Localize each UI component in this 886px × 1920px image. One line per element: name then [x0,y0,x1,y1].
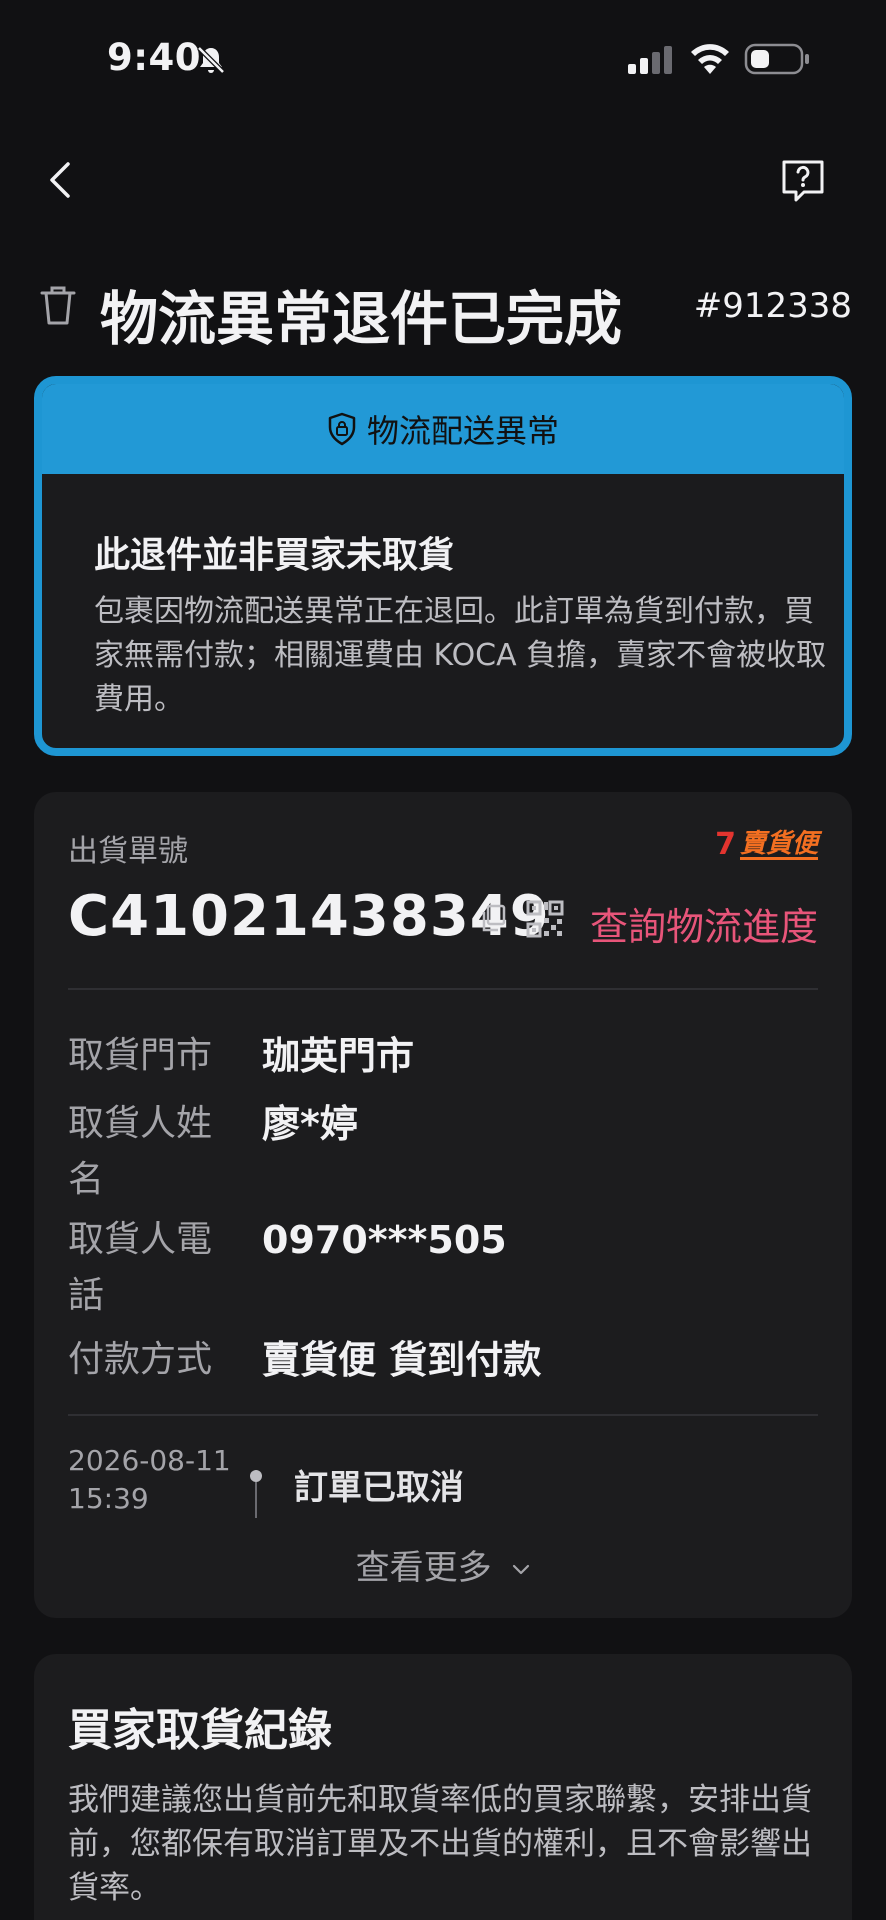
qr-code-icon[interactable] [526,900,564,938]
status-time: 9:40 [107,36,202,79]
timeline-status: 訂單已取消 [294,1468,464,1508]
info-key: 付款方式 [68,1339,213,1380]
alert-body: 包裹因物流配送異常正在退回。此訂單為貨到付款，買家無需付款；相關運費由 KOCA… [94,594,827,717]
chevron-down-icon [513,1564,530,1574]
alert-banner-label: 物流配送異常 [366,412,559,450]
info-value: 0970***505 [262,1218,507,1262]
see-more-button[interactable]: 查看更多 [34,1540,852,1589]
info-key: 取貨門市 [68,1035,213,1076]
back-button[interactable] [38,152,82,208]
order-number: #912338 [693,286,852,326]
info-row-payment-method: 付款方式 賣貨便 貨到付款 [68,1332,818,1388]
buyer-pickup-record-card: 買家取貨紀錄 我們建議您出貨前先和取貨率低的買家聯繫，安排出貨前，您都保有取消訂… [34,1654,852,1920]
info-row-pickup-store: 取貨門市 珈英門市 [68,1028,818,1084]
record-body: 我們建議您出貨前先和取貨率低的買家聯繫，安排出貨前，您都保有取消訂單及不出貨的權… [68,1782,812,1906]
signal-icon [628,46,672,74]
timeline-line [255,1482,257,1518]
alert-banner: 物流配送異常 [42,384,844,474]
timeline-timestamp: 2026-08-11 15:39 [68,1442,231,1518]
see-more-label: 查看更多 [355,1548,492,1588]
info-key: 取貨人電話 [68,1219,213,1316]
shipment-number-label: 出貨單號 [68,834,188,869]
divider [68,988,818,990]
page: 9:40 物流異常退件已完成 #912338 物流配送異常 此退件並非買家未取貨… [0,0,886,1920]
info-key: 取貨人姓名 [68,1103,213,1200]
battery-icon [744,43,809,75]
chevron-left-icon [50,162,70,198]
divider [68,1414,818,1416]
carrier-logo-text: 賣貨便 [739,828,818,860]
page-title: 物流異常退件已完成 [100,285,623,353]
info-value: 廖*婷 [262,1102,358,1146]
help-button[interactable] [778,156,828,206]
copy-icon[interactable] [480,904,506,934]
info-row-recipient-name: 取貨人姓名 廖*婷 [68,1096,818,1208]
timeline-date: 2026-08-11 [68,1444,231,1477]
info-row-recipient-phone: 取貨人電話 0970***505 [68,1212,818,1324]
shield-icon [328,412,356,446]
bell-muted-icon [197,46,225,74]
status-bar: 9:40 [0,0,886,120]
trash-icon [40,286,76,325]
timeline-time: 15:39 [68,1482,149,1515]
info-value: 賣貨便 貨到付款 [262,1338,542,1382]
logistics-alert-card: 物流配送異常 此退件並非買家未取貨 包裹因物流配送異常正在退回。此訂單為貨到付款… [34,376,852,756]
info-value: 珈英門市 [262,1034,415,1078]
carrier-logo: 7 賣貨便 [715,828,818,862]
seven-eleven-mark-icon: 7 [715,827,736,862]
shipment-card: 出貨單號 7 賣貨便 C41021438349 查詢物流進度 取貨門市 珈英門市… [34,792,852,1618]
track-shipment-link[interactable]: 查詢物流進度 [590,896,818,951]
record-title: 買家取貨紀錄 [68,1705,332,1756]
tracking-number: C41021438349 [68,884,550,949]
wifi-icon [691,44,729,74]
timeline-dot [250,1470,262,1482]
alert-heading: 此退件並非買家未取貨 [94,535,455,576]
